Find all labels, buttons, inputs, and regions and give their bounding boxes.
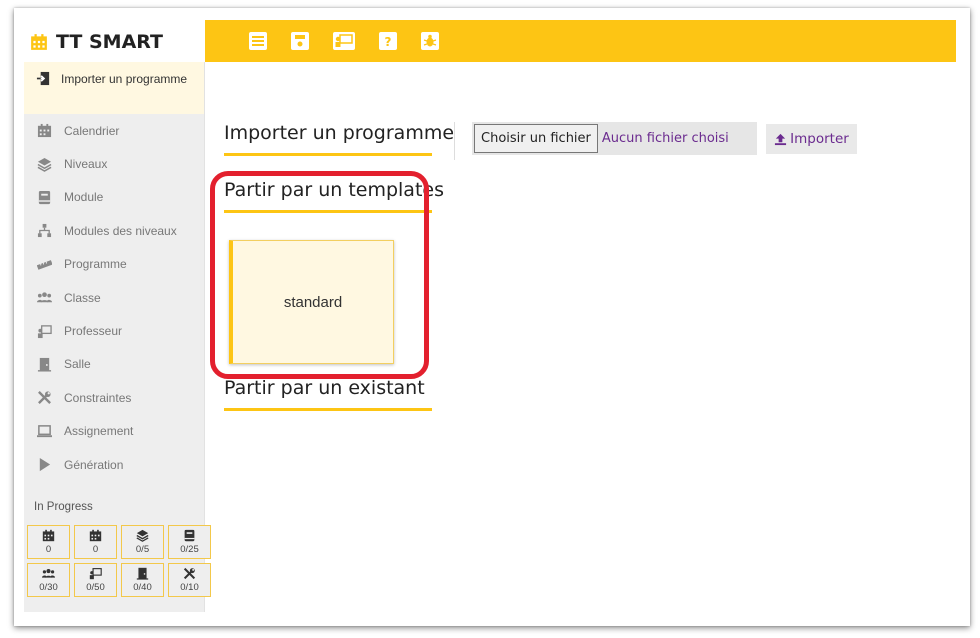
sidebar-item-label: Professeur (64, 324, 123, 339)
tools-icon (183, 568, 196, 580)
import-section-title: Importer un programme (224, 122, 455, 144)
help-icon: ? (379, 32, 397, 50)
progress-stats: 0 0 0/5 0/25 0/30 0/50 0/40 0/10 (24, 525, 211, 598)
choose-file-button[interactable]: Choisir un fichier (474, 124, 598, 153)
help-glyph: ? (385, 35, 392, 49)
calendar-icon (36, 123, 52, 139)
presentation-icon (333, 32, 355, 50)
sidebar-item-calendrier[interactable]: Calendrier (24, 114, 204, 147)
sidebar-item-label: Constraintes (64, 390, 132, 405)
stat-calendar: 0 (74, 525, 117, 560)
door-icon (36, 356, 52, 372)
stat-classes: 0/30 (27, 563, 70, 598)
stat-value: 0/30 (39, 582, 58, 594)
sidebar-item-label: Module (64, 190, 104, 205)
layers-icon (36, 156, 52, 172)
stat-constraints: 0/10 (168, 563, 211, 598)
sitemap-icon (36, 223, 52, 239)
stat-value: 0 (45, 544, 52, 556)
app-title: TT SMART (56, 31, 164, 53)
upload-icon (775, 133, 787, 145)
bug-icon (421, 32, 439, 50)
menu-icon (249, 32, 267, 50)
sidebar-item-label: Assignement (64, 424, 134, 439)
sidebar-item-label: Classe (64, 290, 101, 305)
save-icon (291, 32, 309, 50)
brand[interactable]: TT SMART (24, 16, 204, 68)
top-toolbar: ? (205, 20, 956, 62)
presentation-icon (89, 568, 102, 580)
file-input[interactable]: Choisir un fichier Aucun fichier choisi (472, 122, 757, 155)
import-button-label: Importer (790, 131, 849, 147)
sidebar-item-label: Génération (64, 457, 124, 472)
users-icon (36, 290, 52, 306)
sidebar-item-niveaux[interactable]: Niveaux (24, 147, 204, 180)
book-icon (36, 189, 52, 205)
bug-button[interactable] (417, 29, 443, 53)
import-title-underline (224, 153, 432, 156)
sidebar-item-generation[interactable]: Génération (24, 448, 204, 481)
sidebar-item-label: Calendrier (64, 123, 120, 138)
highlight-annotation (210, 171, 429, 379)
existing-section-title[interactable]: Partir par un existant (224, 377, 425, 399)
book-icon (184, 530, 195, 542)
sidebar-item-label: Niveaux (64, 157, 108, 172)
sidebar-item-modules-des-niveaux[interactable]: Modules des niveaux (24, 214, 204, 247)
sidebar-item-label: Importer un programme (61, 72, 188, 86)
users-icon (42, 569, 55, 578)
calendar-icon (31, 34, 47, 50)
menu-button[interactable] (245, 29, 271, 53)
stat-modules: 0/25 (168, 525, 211, 560)
sidebar-item-assignement[interactable]: Assignement (24, 415, 204, 448)
door-icon (136, 568, 149, 580)
stat-calendar: 0 (27, 525, 70, 560)
import-button[interactable]: Importer (766, 124, 857, 154)
presentation-icon (36, 323, 52, 339)
save-button[interactable] (287, 29, 313, 53)
ruler-icon (36, 256, 52, 272)
sidebar-item-label: Programme (64, 257, 127, 272)
import-icon (36, 71, 51, 91)
laptop-icon (36, 423, 52, 439)
progress-title: In Progress (34, 501, 93, 514)
teacher-button[interactable] (329, 29, 359, 53)
sidebar-item-label: Salle (64, 357, 91, 372)
divider (454, 122, 455, 160)
app-window: TT SMART ? Importer un programme Calendr… (14, 8, 970, 626)
stat-value: 0/40 (133, 582, 152, 594)
layers-icon (136, 530, 149, 543)
stat-levels: 0/5 (121, 525, 164, 560)
stat-value: 0 (92, 544, 99, 556)
sidebar-item-module[interactable]: Module (24, 181, 204, 214)
stat-value: 0/5 (135, 544, 150, 556)
file-status: Aucun fichier choisi (601, 131, 729, 146)
play-icon (36, 457, 52, 473)
help-button[interactable]: ? (375, 29, 401, 53)
sidebar-item-constraintes[interactable]: Constraintes (24, 381, 204, 414)
stat-value: 0/50 (86, 582, 105, 594)
sidebar: Importer un programme Calendrier Niveaux… (24, 62, 211, 612)
stat-rooms: 0/40 (121, 563, 164, 598)
calendar-icon (89, 530, 102, 542)
stat-value: 0/10 (180, 582, 199, 594)
sidebar-item-salle[interactable]: Salle (24, 348, 204, 381)
stat-value: 0/25 (180, 544, 199, 556)
existing-title-underline (224, 408, 432, 411)
sidebar-item-label: Modules des niveaux (64, 223, 177, 238)
sidebar-item-programme[interactable]: Programme (24, 248, 204, 281)
sidebar-item-import[interactable]: Importer un programme (24, 62, 204, 114)
stat-teachers: 0/50 (74, 563, 117, 598)
sidebar-item-classe[interactable]: Classe (24, 281, 204, 314)
sidebar-item-professeur[interactable]: Professeur (24, 314, 204, 347)
tools-icon (36, 390, 52, 406)
calendar-icon (42, 530, 55, 542)
